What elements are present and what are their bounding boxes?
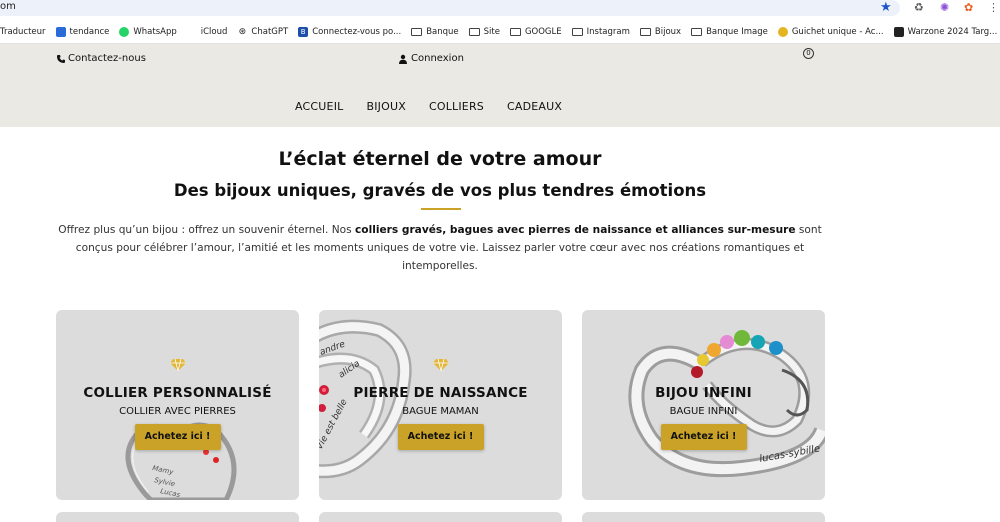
folder-icon xyxy=(411,27,423,36)
bookmark-label: Guichet unique - Ac... xyxy=(791,26,884,37)
bookmark-green-icon xyxy=(119,26,130,37)
infinity-ring-image: lucas-sybille xyxy=(628,330,825,478)
buy-button[interactable]: Achetez ici ! xyxy=(134,424,221,450)
page-title: L’éclat éternel de votre amour xyxy=(278,148,602,170)
folder-icon xyxy=(468,27,480,36)
bookmark-dark-icon xyxy=(893,26,904,37)
contact-link[interactable]: Contactez-nous xyxy=(56,53,146,64)
bookmark-label: WhatsApp xyxy=(133,26,177,37)
card-title: BIJOU INFINI xyxy=(655,385,752,401)
bookmark-yel-icon xyxy=(777,26,788,37)
puzzle-icon[interactable]: ⋮ xyxy=(988,1,999,14)
folder-icon xyxy=(639,27,651,36)
nav-item-bijoux[interactable]: BIJOUX xyxy=(366,100,405,113)
login-label: Connexion xyxy=(411,53,464,64)
nav-item-cadeaux[interactable]: CADEAUX xyxy=(507,100,562,113)
card-title: PIERRE DE NAISSANCE xyxy=(353,385,528,401)
user-icon xyxy=(399,54,407,64)
card-subtitle: BAGUE MAMAN xyxy=(402,406,479,417)
svg-text:Lucas: Lucas xyxy=(160,487,182,499)
phone-icon xyxy=(57,54,65,63)
cart-icon[interactable]: 0 xyxy=(803,48,814,59)
card-title: COLLIER PERSONNALISÉ xyxy=(83,385,272,401)
bookmark-item[interactable]: Warzone 2024 Targ... xyxy=(893,26,998,37)
divider xyxy=(421,208,461,210)
bookmark-item[interactable]: Bijoux xyxy=(639,26,682,37)
contact-label: Contactez-nous xyxy=(68,53,146,64)
bookmark-label: Banque xyxy=(426,26,459,37)
bookmark-item[interactable]: Banque Image xyxy=(691,27,768,37)
bookmark-label: Connectez-vous po... xyxy=(312,26,402,37)
bookmark-blue-icon xyxy=(55,26,66,37)
main-nav: ACCUEIL BIJOUX COLLIERS CADEAUX xyxy=(295,100,585,113)
address-field[interactable]: om xyxy=(0,0,900,16)
page-subtitle: Des bijoux uniques, gravés de vos plus t… xyxy=(173,181,707,200)
svg-text:Mamy: Mamy xyxy=(152,464,175,476)
extension-icon[interactable]: ✿ xyxy=(964,1,973,14)
browser-url-bar[interactable]: om ★ ♻ ✺ ✿ ⋮ xyxy=(0,0,1000,20)
bookmark-item[interactable]: iCloud xyxy=(187,27,228,37)
bookmark-item[interactable]: GOOGLE xyxy=(509,26,562,37)
card-subtitle: BAGUE INFINI xyxy=(669,406,738,417)
product-card-partial xyxy=(582,512,825,522)
buy-button[interactable]: Achetez ici ! xyxy=(397,424,484,450)
bookmark-item[interactable]: Instagram xyxy=(571,26,630,37)
bookmark-label: GOOGLE xyxy=(524,26,562,37)
card-subtitle: COLLIER AVEC PIERRES xyxy=(119,406,236,417)
extension-icon[interactable]: ♻ xyxy=(914,1,924,14)
product-card-partial xyxy=(56,512,299,522)
nav-item-colliers[interactable]: COLLIERS xyxy=(429,100,484,113)
extension-icon[interactable]: ✺ xyxy=(940,1,949,14)
bookmark-label: Warzone 2024 Targ... xyxy=(907,26,998,37)
bookmark-star-icon[interactable]: ★ xyxy=(880,0,892,15)
bookmark-gpt-icon: ⊛ xyxy=(238,26,247,37)
bookmark-item[interactable]: Traducteur xyxy=(0,27,46,37)
folder-icon xyxy=(691,27,703,36)
bookmark-b-icon: B xyxy=(298,26,309,37)
necklace-image: Mamy Sylvie Lucas xyxy=(125,422,237,500)
bookmark-item[interactable]: B Connectez-vous po... xyxy=(298,26,402,37)
url-text: om xyxy=(0,1,16,12)
bookmark-item[interactable]: Site xyxy=(468,26,500,37)
diamond-icon xyxy=(432,358,449,372)
diamond-icon xyxy=(169,358,186,372)
buy-button[interactable]: Achetez ici ! xyxy=(660,424,747,450)
intro-text: Offrez plus qu’un bijou : offrez un souv… xyxy=(58,224,822,272)
bookmark-label: tendance xyxy=(69,26,110,37)
bookmark-item[interactable]: WhatsApp xyxy=(119,26,177,37)
site-header: Contactez-nous Connexion 0 ACCUEIL BIJOU… xyxy=(0,44,1000,127)
bookmark-label: ChatGPT xyxy=(251,26,289,37)
product-card-partial xyxy=(319,512,562,522)
bookmark-item[interactable]: Banque xyxy=(411,26,459,37)
bookmark-label: Bijoux xyxy=(654,26,682,37)
bookmarks-bar: Traducteur tendance WhatsApp iCloud ⊛ ChatGPT… xyxy=(0,20,1000,44)
bookmark-item[interactable]: tendance xyxy=(55,26,110,37)
product-card-collier[interactable]: Mamy Sylvie Lucas COLLIER PERSONNALISÉ C… xyxy=(56,310,299,500)
bookmark-item[interactable]: ⊛ ChatGPT xyxy=(237,26,289,37)
folder-icon xyxy=(509,27,521,36)
nav-item-accueil[interactable]: ACCUEIL xyxy=(295,100,343,113)
bookmark-label: Banque Image xyxy=(706,26,768,37)
bookmark-item[interactable]: Guichet unique - Ac... xyxy=(777,26,884,37)
bookmark-apple-icon xyxy=(187,27,197,37)
cart-count: 0 xyxy=(806,49,811,57)
product-card-pierre[interactable]: alicia Vie est belle andre PIERRE DE NAI… xyxy=(319,310,562,500)
bookmark-label: Site xyxy=(483,26,500,37)
svg-text:Sylvie: Sylvie xyxy=(154,476,176,488)
bookmark-label: Traducteur xyxy=(0,26,46,37)
ring-image: alicia Vie est belle andre xyxy=(319,319,412,479)
login-link[interactable]: Connexion xyxy=(398,53,464,64)
folder-icon xyxy=(571,27,583,36)
bookmark-label: Instagram xyxy=(586,26,630,37)
bookmark-label: iCloud xyxy=(200,26,228,37)
product-card-infini[interactable]: lucas-sybille BIJOU INFINI BAGUE INFINI … xyxy=(582,310,825,500)
